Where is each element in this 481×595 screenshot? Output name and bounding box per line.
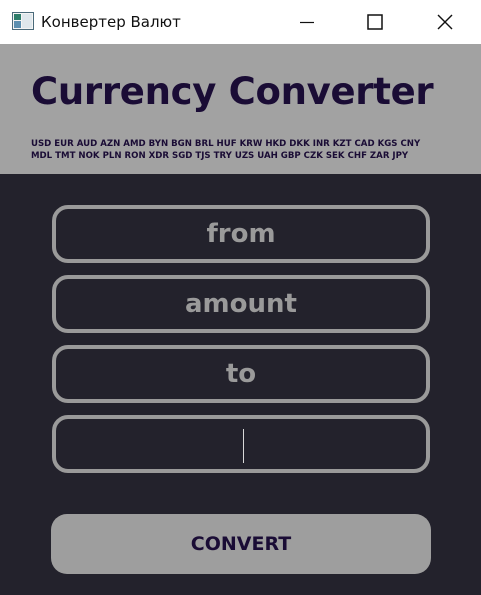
text-caret (243, 429, 244, 463)
amount-input[interactable] (56, 279, 426, 329)
to-input[interactable] (56, 349, 426, 399)
header-band: Currency Converter USD EUR AUD AZN AMD B… (0, 44, 481, 174)
currency-codes: USD EUR AUD AZN AMD BYN BGN BRL HUF KRW … (31, 138, 461, 162)
to-field[interactable] (52, 345, 430, 403)
convert-button[interactable]: CONVERT (51, 514, 431, 574)
amount-field[interactable] (52, 275, 430, 333)
title-bar[interactable]: Конвертер Валют (0, 0, 481, 44)
from-field[interactable] (52, 205, 430, 263)
close-button[interactable] (422, 0, 468, 44)
minimize-icon (300, 21, 314, 24)
currency-codes-line-2: MDL TMT NOK PLN RON XDR SGD TJS TRY UZS … (31, 151, 409, 161)
minimize-button[interactable] (284, 0, 330, 44)
window-app-icon (12, 12, 34, 30)
app-window: Конвертер Валют Currency Converter USD E… (0, 0, 481, 595)
result-input[interactable] (56, 419, 426, 469)
window-title: Конвертер Валют (41, 13, 181, 31)
result-field[interactable] (52, 415, 430, 473)
currency-codes-line-1: USD EUR AUD AZN AMD BYN BGN BRL HUF KRW … (31, 139, 421, 149)
maximize-button[interactable] (352, 0, 398, 44)
maximize-icon (367, 14, 383, 30)
close-icon (437, 14, 453, 30)
from-input[interactable] (56, 209, 426, 259)
page-title: Currency Converter (31, 70, 434, 113)
